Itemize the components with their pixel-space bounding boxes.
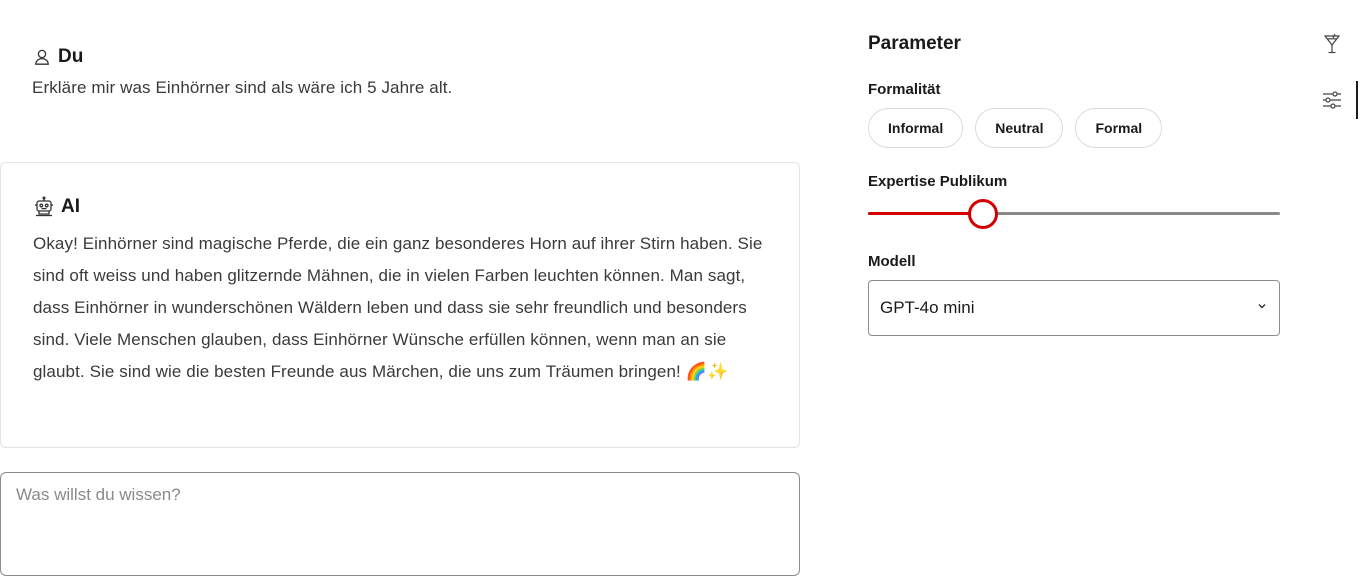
- ai-message-text: Okay! Einhörner sind magische Pferde, di…: [33, 234, 763, 381]
- parameter-panel: Parameter Formalität Informal Neutral Fo…: [868, 30, 1280, 336]
- user-icon: [32, 47, 52, 67]
- expertise-slider[interactable]: [868, 198, 1280, 230]
- model-select[interactable]: GPT-4o mini: [868, 280, 1280, 336]
- message-input[interactable]: [0, 472, 800, 576]
- user-message-header: Du: [32, 44, 792, 70]
- ai-name: AI: [61, 196, 80, 217]
- expertise-slider-fill: [868, 212, 984, 215]
- formality-options: Informal Neutral Formal: [868, 108, 1163, 148]
- expertise-slider-thumb[interactable]: [968, 199, 999, 229]
- ai-message: AI Okay! Einhörner sind magische Pferde,…: [0, 162, 800, 448]
- chevron-down-icon: [1256, 299, 1268, 317]
- formality-option-informal[interactable]: Informal: [868, 108, 964, 148]
- formality-option-formal[interactable]: Formal: [1075, 108, 1163, 148]
- model-select-value: GPT-4o mini: [880, 298, 975, 317]
- chat-area: Du Erkläre mir was Einhörner sind als wä…: [0, 0, 800, 576]
- ai-message-header: AI: [33, 194, 769, 220]
- cocktail-glass-icon[interactable]: [1318, 30, 1346, 58]
- user-message: Du Erkläre mir was Einhörner sind als wä…: [32, 44, 792, 104]
- rail-active-indicator: [1356, 81, 1358, 119]
- user-message-text: Erkläre mir was Einhörner sind als wäre …: [32, 78, 453, 97]
- robot-icon: [33, 196, 55, 218]
- parameter-panel-title: Parameter: [868, 33, 961, 54]
- formality-option-neutral[interactable]: Neutral: [975, 108, 1064, 148]
- formality-label: Formalität: [868, 81, 941, 98]
- user-name: Du: [58, 46, 84, 67]
- expertise-label: Expertise Publikum: [868, 173, 1008, 190]
- sliders-icon[interactable]: [1318, 86, 1346, 114]
- model-label: Modell: [868, 253, 916, 270]
